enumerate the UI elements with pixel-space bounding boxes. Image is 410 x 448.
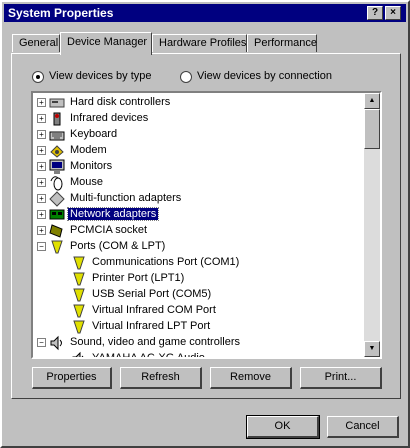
modem-icon <box>49 143 65 159</box>
port-icon <box>71 319 87 335</box>
tree-item[interactable]: Printer Port (LPT1) <box>33 271 363 287</box>
multifunction-icon <box>49 191 65 207</box>
tree-item[interactable]: USB Serial Port (COM5) <box>33 287 363 303</box>
tree-item[interactable]: + Modem <box>33 143 363 159</box>
tree-item[interactable]: Communications Port (COM1) <box>33 255 363 271</box>
collapse-minus-icon[interactable]: − <box>37 338 46 347</box>
vertical-scrollbar[interactable]: ▲ ▼ <box>364 93 380 357</box>
tree-item[interactable]: + PCMCIA socket <box>33 223 363 239</box>
tree-item-label: Network adapters <box>66 207 160 221</box>
tree-item-label: Infrared devices <box>70 112 149 124</box>
tree-item[interactable]: − Sound, video and game controllers <box>33 335 363 351</box>
tree-item-label: Mouse <box>70 176 104 188</box>
tree-item-label: USB Serial Port (COM5) <box>92 288 212 300</box>
view-by-type-radio[interactable]: View devices by type <box>32 70 152 83</box>
radio-dot-selected <box>32 71 44 83</box>
tree-item-label: YAMAHA AC-XG Audio <box>92 352 205 359</box>
help-button[interactable]: ? <box>367 6 383 20</box>
tree-item-label: Monitors <box>70 160 113 172</box>
tree-item-label: Printer Port (LPT1) <box>92 272 185 284</box>
tab-general[interactable]: General <box>12 34 60 52</box>
tab-device-manager[interactable]: Device Manager <box>60 32 152 55</box>
window-title: System Properties <box>8 6 114 20</box>
tree-item[interactable]: + Network adapters <box>33 207 363 223</box>
title-bar: System Properties ? × <box>4 4 406 22</box>
tree-item-label: Multi-function adapters <box>70 192 182 204</box>
expand-plus-icon[interactable]: + <box>37 162 46 171</box>
keyboard-icon <box>49 127 65 143</box>
tree-item-label: Hard disk controllers <box>70 96 171 108</box>
expand-plus-icon[interactable]: + <box>37 210 46 219</box>
expand-plus-icon[interactable]: + <box>37 194 46 203</box>
port-icon <box>71 255 87 271</box>
view-by-type-label: View devices by type <box>49 70 152 82</box>
tree-item[interactable]: − Ports (COM & LPT) <box>33 239 363 255</box>
tree-item[interactable]: + Hard disk controllers <box>33 95 363 111</box>
disk-controller-icon <box>49 95 65 111</box>
port-icon <box>71 287 87 303</box>
network-card-icon <box>49 207 65 223</box>
tree-item[interactable]: YAMAHA AC-XG Audio <box>33 351 363 359</box>
view-by-connection-label: View devices by connection <box>197 70 332 82</box>
tree-item-label: Virtual Infrared COM Port <box>92 304 216 316</box>
tab-performance[interactable]: Performance <box>247 34 317 52</box>
port-icon <box>49 239 65 255</box>
tree-item[interactable]: + Monitors <box>33 159 363 175</box>
remove-button[interactable]: Remove <box>210 367 292 389</box>
expand-plus-icon[interactable]: + <box>37 98 46 107</box>
refresh-button[interactable]: Refresh <box>120 367 202 389</box>
properties-button[interactable]: Properties <box>32 367 112 389</box>
expand-plus-icon[interactable]: + <box>37 226 46 235</box>
tree-item[interactable]: + Mouse <box>33 175 363 191</box>
tree-item[interactable]: Virtual Infrared LPT Port <box>33 319 363 335</box>
tree-item-label: Keyboard <box>70 128 118 140</box>
expand-plus-icon[interactable]: + <box>37 130 46 139</box>
pcmcia-icon <box>49 223 65 239</box>
tree-item-label: Communications Port (COM1) <box>92 256 240 268</box>
port-icon <box>71 271 87 287</box>
tree-item-label: Virtual Infrared LPT Port <box>92 320 211 332</box>
radio-dot <box>180 71 192 83</box>
scroll-down-arrow-icon[interactable]: ▼ <box>364 341 380 357</box>
expand-plus-icon[interactable]: + <box>37 114 46 123</box>
infrared-icon <box>49 111 65 127</box>
close-button[interactable]: × <box>385 6 401 20</box>
mouse-icon <box>49 175 65 191</box>
ok-button[interactable]: OK <box>246 415 320 439</box>
monitor-icon <box>49 159 65 175</box>
sound-icon <box>71 351 87 357</box>
print-button[interactable]: Print... <box>300 367 382 389</box>
tree-item-label: Sound, video and game controllers <box>70 336 240 348</box>
scroll-thumb[interactable] <box>364 109 380 149</box>
tree-item-label: PCMCIA socket <box>70 224 148 236</box>
tree-item[interactable]: Virtual Infrared COM Port <box>33 303 363 319</box>
port-icon <box>71 303 87 319</box>
expand-plus-icon[interactable]: + <box>37 178 46 187</box>
view-by-connection-radio[interactable]: View devices by connection <box>180 70 332 83</box>
collapse-minus-icon[interactable]: − <box>37 242 46 251</box>
tree-item[interactable]: + Infrared devices <box>33 111 363 127</box>
sound-icon <box>49 335 65 351</box>
device-tree[interactable]: ▲ ▼ + Hard disk controllers + Infrared devi… <box>31 91 382 359</box>
tree-item-label: Modem <box>70 144 107 156</box>
system-properties-window: System Properties ? × General Device Man… <box>0 0 410 448</box>
scroll-up-arrow-icon[interactable]: ▲ <box>364 93 380 109</box>
cancel-button[interactable]: Cancel <box>327 416 399 438</box>
expand-plus-icon[interactable]: + <box>37 146 46 155</box>
tab-hardware-profiles[interactable]: Hardware Profiles <box>152 34 247 52</box>
tree-item[interactable]: + Keyboard <box>33 127 363 143</box>
tree-item-label: Ports (COM & LPT) <box>70 240 166 252</box>
tree-item[interactable]: + Multi-function adapters <box>33 191 363 207</box>
